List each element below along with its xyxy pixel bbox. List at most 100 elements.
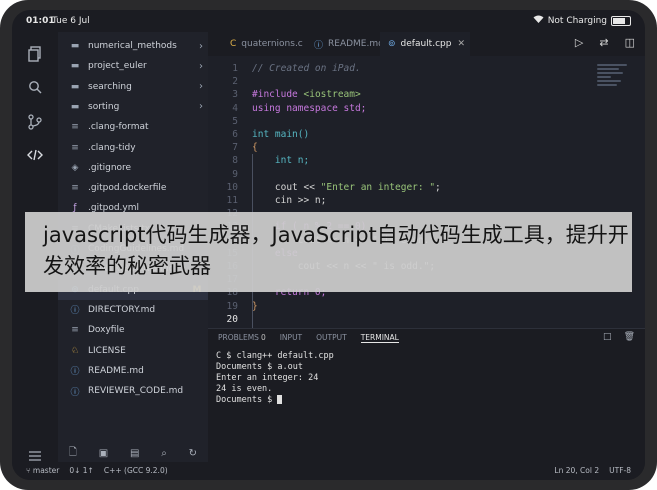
tab-input[interactable]: INPUT — [280, 333, 302, 343]
explorer-item-label: sorting — [88, 101, 120, 112]
info-icon: ⓘ — [70, 306, 80, 317]
editor-status-bar: ⑂ master 0↓ 1↑ C++ (GCC 9.2.0) Ln 20, Co… — [12, 462, 645, 480]
terminal-line: C $ clang++ default.cpp — [216, 351, 334, 361]
folder-icon: ▬ — [70, 101, 80, 112]
tab-terminal[interactable]: TERMINAL — [360, 333, 399, 343]
maximize-icon[interactable]: □ — [603, 332, 612, 342]
explorer-item[interactable]: ▬ numerical_methods › — [58, 36, 208, 56]
explorer-item-label: README.md — [88, 365, 144, 376]
explorer-item[interactable]: ⓘ README.md — [58, 361, 208, 381]
compiler-indicator[interactable]: C++ (GCC 9.2.0) — [104, 466, 168, 475]
status-time: 01:01 — [26, 16, 55, 26]
terminal-line: 24 is even. — [216, 384, 273, 394]
code-line[interactable]: 10 cout << "Enter an integer: "; — [208, 181, 645, 195]
explorer-item[interactable]: ♘ LICENSE — [58, 341, 208, 361]
code-line[interactable]: 4 using namespace std; — [208, 102, 645, 116]
explorer-item[interactable]: ▬ searching › — [58, 77, 208, 97]
code-line[interactable]: 3 #include <iostream> — [208, 88, 645, 102]
branch-indicator[interactable]: ⑂ master — [26, 466, 59, 475]
info-icon: ⓘ — [70, 387, 80, 398]
explorer-item-label: REVIEWER_CODE.md — [88, 386, 184, 397]
new-file-icon[interactable]: 🗋 — [69, 445, 77, 462]
terminal-output[interactable]: C $ clang++ default.cpp Documents $ a.ou… — [216, 351, 334, 406]
tab-problems[interactable]: PROBLEMS 0 — [218, 333, 266, 343]
code-line[interactable]: 1 // Created on iPad. — [208, 62, 645, 76]
tab-quaternions[interactable]: C quaternions.c — [222, 32, 314, 56]
refresh-icon[interactable]: ↻ — [189, 448, 197, 459]
close-icon[interactable]: ✕ — [457, 39, 465, 49]
info-icon: ⓘ — [314, 40, 324, 51]
trash-icon[interactable]: 🗑 — [624, 332, 635, 342]
code-line[interactable]: 5 — [208, 115, 645, 129]
encoding-indicator[interactable]: UTF-8 — [609, 466, 631, 475]
cursor-position[interactable]: Ln 20, Col 2 — [554, 466, 599, 475]
line-number: 11 — [226, 195, 238, 206]
watermark-banner: javascript代码生成器，JavaScript自动代码生成工具，提升开发效… — [25, 212, 632, 292]
tab-default-cpp[interactable]: ⊚ default.cpp ✕ — [380, 32, 470, 56]
code-icon[interactable] — [26, 148, 44, 166]
code-text: cin >> n; — [274, 195, 327, 206]
line-number: 10 — [226, 181, 238, 193]
code-line[interactable]: 19} — [208, 300, 645, 314]
sync-indicator[interactable]: 0↓ 1↑ — [69, 466, 94, 475]
explorer-item-label: searching — [88, 81, 132, 92]
tab-readme[interactable]: ⓘ README.md — [306, 32, 386, 56]
explorer-item-label: DIRECTORY.md — [88, 304, 156, 315]
code-line[interactable]: 8 int n; — [208, 154, 645, 168]
code-line[interactable]: 20 — [208, 313, 645, 327]
tab-label: quaternions.c — [241, 39, 303, 49]
split-icon[interactable]: ◫ — [625, 36, 635, 49]
terminal-cursor — [277, 395, 283, 404]
chevron-right-icon[interactable]: › — [194, 61, 208, 72]
file-lines-icon: ≡ — [71, 142, 79, 153]
explorer-item[interactable]: ⓘ REVIEWER_CODE.md — [58, 381, 208, 401]
code-text: #include <iostream> — [252, 89, 361, 101]
line-number: 8 — [232, 155, 238, 167]
sync-icon[interactable]: ⇄ — [599, 36, 608, 49]
ipad-device-frame: 01:01 Tue 6 Jul Not Charging 🗋 ▣ ▤ ⌕ ↻ ▬… — [0, 0, 657, 490]
code-line[interactable]: 11 cin >> n; — [208, 194, 645, 208]
info-icon: ⓘ — [70, 367, 80, 378]
folder-icon: ▬ — [70, 81, 80, 92]
code-text: int n; — [274, 155, 310, 167]
search-icon[interactable] — [26, 80, 44, 98]
explorer-item-label: .clang-tidy — [88, 142, 136, 153]
tab-label: default.cpp — [400, 39, 452, 49]
files-icon[interactable] — [26, 46, 44, 64]
source-control-icon[interactable] — [26, 114, 44, 132]
explorer-item-label: LICENSE — [88, 345, 126, 356]
chevron-right-icon[interactable]: › — [194, 81, 208, 92]
charging-status: Not Charging — [547, 15, 607, 26]
code-line[interactable]: 2 — [208, 75, 645, 89]
explorer-item[interactable]: ▬ sorting › — [58, 97, 208, 117]
code-line[interactable]: 9 — [208, 168, 645, 182]
explorer-item[interactable]: ▬ project_euler › — [58, 56, 208, 76]
open-folder-icon[interactable]: ▤ — [130, 448, 139, 459]
explorer-item[interactable]: ≡ .gitpod.dockerfile — [58, 178, 208, 198]
explorer-item[interactable]: ≡ .clang-tidy — [58, 138, 208, 158]
search-icon[interactable]: ⌕ — [161, 448, 167, 459]
code-line[interactable]: 6 int main() — [208, 128, 645, 142]
c-icon: C — [230, 39, 237, 49]
wifi-icon — [533, 15, 544, 26]
terminal-prompt: Documents $ — [216, 395, 334, 406]
run-icon[interactable]: ▷ — [575, 36, 583, 49]
tab-output[interactable]: OUTPUT — [316, 333, 347, 343]
battery-icon — [611, 15, 631, 26]
chevron-right-icon[interactable]: › — [194, 41, 208, 52]
explorer-item[interactable]: ≡ Doxyfile — [58, 320, 208, 340]
code-line[interactable]: 7{ — [208, 141, 645, 155]
explorer-item[interactable]: ⓘ DIRECTORY.md — [58, 300, 208, 320]
line-number: 7 — [232, 142, 238, 154]
explorer-item-label: .gitignore — [88, 162, 132, 173]
explorer-item[interactable]: ◈ .gitignore — [58, 158, 208, 178]
explorer-item[interactable]: ≡ .clang-format — [58, 117, 208, 137]
editor-actions: ▷ ⇄ ◫ — [575, 36, 635, 49]
explorer-item-label: .gitpod.dockerfile — [88, 183, 167, 194]
new-folder-icon[interactable]: ▣ — [99, 448, 108, 459]
code-comment: // Created on iPad. — [252, 63, 361, 74]
line-number: 1 — [232, 63, 238, 74]
chevron-right-icon[interactable]: › — [194, 101, 208, 112]
line-number: 20 — [226, 313, 238, 325]
editor-tabs: C quaternions.c ⓘ README.md ⊚ default.cp… — [208, 32, 645, 56]
